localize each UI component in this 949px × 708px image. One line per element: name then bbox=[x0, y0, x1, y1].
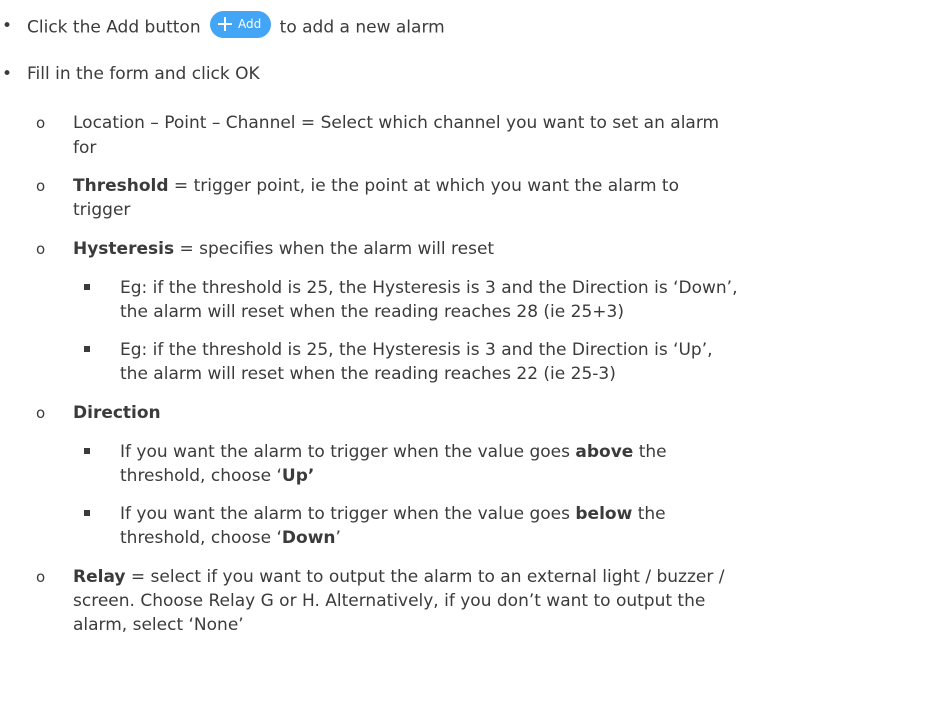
example-down-continuation: the alarm will reset when the reading re… bbox=[0, 300, 949, 324]
list-item-direction-up: If you want the alarm to trigger when th… bbox=[0, 440, 949, 464]
example-up-line2: the alarm will reset when the reading re… bbox=[120, 364, 616, 384]
list-item-location: o Location – Point – Channel = Select wh… bbox=[0, 111, 949, 135]
relay-text-line1: = select if you want to output the alarm… bbox=[125, 567, 725, 587]
instruction-document: • Click the Add button Add to add a new … bbox=[0, 0, 949, 708]
bullet-marker: • bbox=[2, 64, 13, 84]
threshold-continuation: trigger bbox=[0, 198, 949, 222]
add-button-label: Add bbox=[238, 17, 262, 31]
list-item-fill-form: • Fill in the form and click OK bbox=[0, 62, 949, 86]
direction-up-line2-prefix: threshold, choose ‘ bbox=[120, 466, 282, 486]
threshold-text-line2: trigger bbox=[73, 200, 131, 220]
fill-form-text: Fill in the form and click OK bbox=[27, 64, 260, 84]
sub-bullet-marker: o bbox=[36, 114, 46, 132]
list-item-hysteresis: o Hysteresis = specifies when the alarm … bbox=[0, 237, 949, 261]
direction-down-suffix: the bbox=[632, 504, 666, 524]
sub-bullet-marker: o bbox=[36, 568, 46, 586]
square-bullet-marker bbox=[84, 346, 90, 352]
list-item-relay: o Relay = select if you want to output t… bbox=[0, 565, 949, 589]
relay-text-line2: screen. Choose Relay G or H. Alternative… bbox=[73, 591, 706, 611]
direction-up-continuation: threshold, choose ‘Up’ bbox=[0, 464, 949, 488]
sub-bullet-marker: o bbox=[36, 177, 46, 195]
direction-up-keyword: above bbox=[575, 442, 634, 462]
sub-bullet-marker: o bbox=[36, 404, 46, 422]
add-button[interactable]: Add bbox=[210, 11, 272, 38]
add-step-text-after: to add a new alarm bbox=[279, 17, 445, 38]
list-item-direction-down: If you want the alarm to trigger when th… bbox=[0, 502, 949, 526]
square-bullet-marker bbox=[84, 510, 90, 516]
example-down-line1: Eg: if the threshold is 25, the Hysteres… bbox=[120, 278, 738, 298]
location-text-line1: Location – Point – Channel = Select whic… bbox=[73, 113, 720, 133]
list-item-hysteresis-example-up: Eg: if the threshold is 25, the Hysteres… bbox=[0, 338, 949, 362]
direction-term: Direction bbox=[73, 403, 161, 423]
direction-up-prefix: If you want the alarm to trigger when th… bbox=[120, 442, 576, 462]
example-up-continuation: the alarm will reset when the reading re… bbox=[0, 362, 949, 386]
location-text-line2: for bbox=[73, 138, 97, 158]
hysteresis-term: Hysteresis bbox=[73, 239, 175, 259]
threshold-text-line1: = trigger point, ie the point at which y… bbox=[168, 176, 679, 196]
example-down-line2: the alarm will reset when the reading re… bbox=[120, 302, 624, 322]
list-item-hysteresis-example-down: Eg: if the threshold is 25, the Hysteres… bbox=[0, 276, 949, 300]
location-continuation: for bbox=[0, 136, 949, 160]
direction-up-choice: Up’ bbox=[281, 466, 315, 486]
square-bullet-marker bbox=[84, 448, 90, 454]
direction-down-line2-suffix: ’ bbox=[335, 528, 341, 548]
bullet-marker: • bbox=[2, 16, 13, 36]
direction-down-keyword: below bbox=[575, 504, 633, 524]
relay-term: Relay bbox=[73, 567, 126, 587]
plus-icon bbox=[218, 16, 233, 31]
list-item-threshold: o Threshold = trigger point, ie the poin… bbox=[0, 174, 949, 198]
relay-text-line3: alarm, select ‘None’ bbox=[73, 615, 244, 635]
direction-up-suffix: the bbox=[633, 442, 667, 462]
threshold-term: Threshold bbox=[73, 176, 169, 196]
square-bullet-marker bbox=[84, 284, 90, 290]
direction-down-prefix: If you want the alarm to trigger when th… bbox=[120, 504, 576, 524]
example-up-line1: Eg: if the threshold is 25, the Hysteres… bbox=[120, 340, 713, 360]
direction-down-line2-prefix: threshold, choose ‘ bbox=[120, 528, 282, 548]
direction-down-choice: Down bbox=[281, 528, 336, 548]
relay-continuation-2: alarm, select ‘None’ bbox=[0, 613, 949, 637]
direction-down-continuation: threshold, choose ‘Down’ bbox=[0, 526, 949, 550]
sub-bullet-marker: o bbox=[36, 240, 46, 258]
list-item-add-step: • Click the Add button Add to add a new … bbox=[0, 11, 949, 41]
add-step-text-before: Click the Add button bbox=[27, 17, 201, 38]
list-item-direction: o Direction bbox=[0, 401, 949, 425]
relay-continuation-1: screen. Choose Relay G or H. Alternative… bbox=[0, 589, 949, 613]
hysteresis-text: = specifies when the alarm will reset bbox=[174, 239, 495, 259]
